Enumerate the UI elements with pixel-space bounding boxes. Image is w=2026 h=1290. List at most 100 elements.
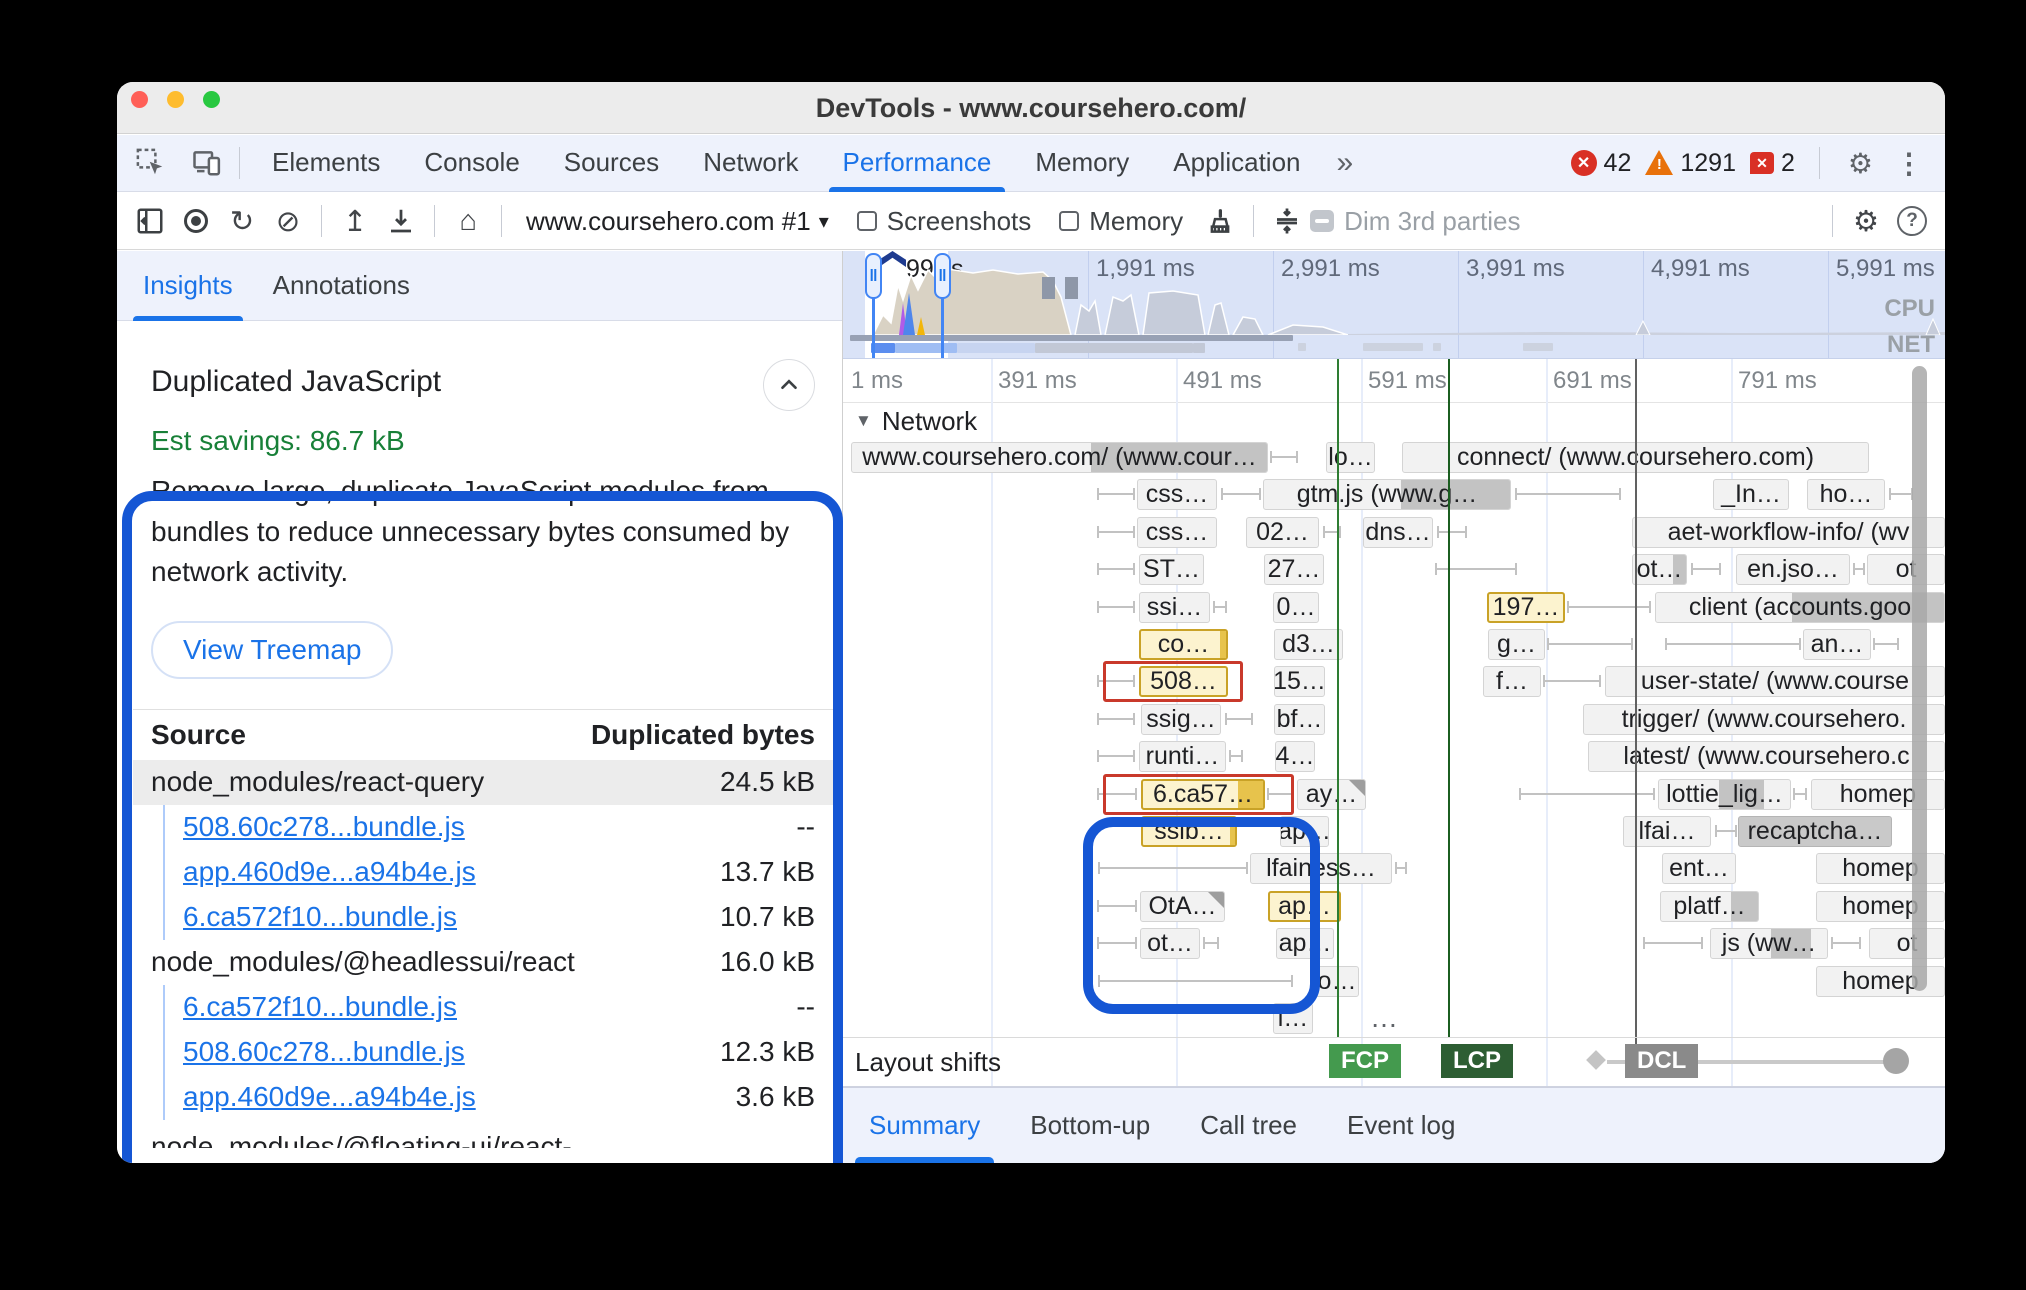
vertical-scrollbar[interactable] — [1912, 366, 1927, 991]
network-request-bar[interactable]: ho… — [1807, 479, 1885, 510]
network-request-bar[interactable]: css… — [1137, 479, 1217, 510]
network-request-bar[interactable]: 27… — [1264, 554, 1324, 585]
network-request-bar[interactable]: an… — [1803, 629, 1871, 660]
tab-performance[interactable]: Performance — [821, 135, 1014, 192]
network-request-bar[interactable]: lfainess… — [1250, 853, 1392, 884]
network-request-bar[interactable]: en.jso… — [1736, 554, 1850, 585]
table-row[interactable]: node_modules/react-query24.5 kB — [133, 760, 833, 805]
network-request-bar[interactable]: 197… — [1487, 592, 1565, 623]
network-request-bar[interactable]: ssib… — [1141, 816, 1237, 847]
network-request-bar[interactable]: ST… — [1139, 554, 1204, 585]
screenshots-checkbox[interactable]: Screenshots — [857, 206, 1032, 237]
tab-application[interactable]: Application — [1151, 135, 1322, 192]
network-track-header[interactable]: ▼ Network — [843, 403, 1945, 439]
network-request-bar[interactable]: ot — [1867, 554, 1945, 585]
sidebar-tab-annotations[interactable]: Annotations — [257, 251, 426, 321]
network-request-bar[interactable]: co… — [1139, 629, 1228, 660]
network-request-bar[interactable]: d3… — [1274, 629, 1343, 660]
network-request-bar[interactable]: 15… — [1274, 666, 1325, 697]
bundle-link[interactable]: app.460d9e...a94b4e.js — [183, 1081, 476, 1112]
network-request-bar[interactable]: ay… — [1297, 779, 1366, 810]
network-request-bar[interactable]: latest/ (www.coursehero.c — [1588, 741, 1945, 772]
clear-icon[interactable]: ⊘ — [265, 198, 311, 244]
table-row[interactable]: 6.ca572f10...bundle.js-- — [133, 985, 833, 1030]
load-profile-icon[interactable]: ↥ — [332, 198, 378, 244]
selection-right-handle[interactable]: ‖ — [934, 253, 951, 299]
network-request-bar[interactable]: 0… — [1273, 592, 1319, 623]
network-request-bar[interactable]: ap… — [1276, 928, 1334, 959]
network-request-bar[interactable]: 4… — [1275, 741, 1315, 772]
sidebar-tab-insights[interactable]: Insights — [127, 251, 249, 321]
network-request-bar[interactable]: css… — [1137, 517, 1217, 548]
network-request-bar[interactable]: trigger/ (www.coursehero. — [1583, 704, 1945, 735]
network-request-bar[interactable]: ap… — [1280, 816, 1329, 847]
table-row[interactable]: node_modules/@floating-ui/react-dom-inte… — [133, 1120, 833, 1148]
profile-select[interactable]: www.coursehero.com #1▾ — [526, 206, 829, 237]
table-row[interactable]: 6.ca572f10...bundle.js10.7 kB — [133, 895, 833, 940]
network-request-bar[interactable]: lo… — [1326, 442, 1375, 473]
network-request-bar[interactable]: gtm.js (www.g… — [1263, 479, 1511, 510]
network-request-bar[interactable]: g… — [1488, 629, 1545, 660]
view-treemap-button[interactable]: View Treemap — [151, 621, 393, 679]
selection-left-handle[interactable]: ‖ — [865, 253, 882, 299]
table-row[interactable]: app.460d9e...a94b4e.js3.6 kB — [133, 1075, 833, 1120]
network-request-bar[interactable]: ot — [1869, 928, 1945, 959]
home-icon[interactable]: ⌂ — [445, 198, 491, 244]
bundle-link[interactable]: 508.60c278...bundle.js — [183, 811, 465, 842]
network-request-bar[interactable]: runti… — [1139, 741, 1226, 772]
bottom-tab-event-log[interactable]: Event log — [1327, 1088, 1475, 1163]
tab-elements[interactable]: Elements — [250, 135, 402, 192]
issues-count[interactable]: ✕ 2 — [1750, 149, 1795, 178]
network-request-bar[interactable]: client (accounts.goo — [1655, 592, 1945, 623]
bottom-tab-bottom-up[interactable]: Bottom-up — [1010, 1088, 1170, 1163]
tab-sources[interactable]: Sources — [542, 135, 681, 192]
network-request-bar[interactable]: aet-workflow-info/ (wv — [1632, 517, 1945, 548]
network-request-bar[interactable]: dns… — [1363, 517, 1433, 548]
dim-3rd-parties-toggle[interactable]: Dim 3rd parties — [1310, 206, 1520, 237]
tab-memory[interactable]: Memory — [1013, 135, 1151, 192]
network-request-bar[interactable]: lottie_lig… — [1658, 779, 1791, 810]
device-toolbar-icon[interactable] — [185, 141, 229, 185]
record-icon[interactable] — [173, 198, 219, 244]
console-errors-count[interactable]: ✕ 42 — [1571, 149, 1632, 178]
network-request-bar[interactable]: platf… — [1660, 891, 1759, 922]
table-row[interactable]: 508.60c278...bundle.js-- — [133, 805, 833, 850]
console-warnings-count[interactable]: 1291 — [1645, 149, 1736, 178]
tab-network[interactable]: Network — [681, 135, 820, 192]
more-tabs-icon[interactable]: » — [1323, 146, 1368, 180]
network-request-bar[interactable]: f… — [1483, 666, 1541, 697]
network-request-bar[interactable]: 02… — [1246, 517, 1319, 548]
panel-settings-gear-icon[interactable]: ⚙ — [1843, 198, 1889, 244]
network-request-bar[interactable]: ent… — [1662, 853, 1736, 884]
network-request-bar[interactable]: ot… — [1140, 928, 1200, 959]
dcl-badge[interactable]: DCL — [1625, 1044, 1698, 1078]
tab-console[interactable]: Console — [402, 135, 541, 192]
bundle-link[interactable]: 6.ca572f10...bundle.js — [183, 901, 457, 932]
table-row[interactable]: 508.60c278...bundle.js12.3 kB — [133, 1030, 833, 1075]
bundle-link[interactable]: 508.60c278...bundle.js — [183, 1036, 465, 1067]
network-request-bar[interactable]: www.coursehero.com/ (www.cour… — [851, 442, 1268, 473]
network-request-bar[interactable]: recaptcha… — [1738, 816, 1892, 847]
network-request-bar[interactable]: ssi… — [1139, 592, 1210, 623]
network-request-bar[interactable]: ap… — [1268, 891, 1341, 922]
network-request-bar[interactable]: ot… — [1632, 554, 1687, 585]
network-request-bar[interactable]: ssig… — [1141, 704, 1221, 735]
table-row[interactable]: app.460d9e...a94b4e.js13.7 kB — [133, 850, 833, 895]
network-request-bar[interactable]: _In… — [1713, 479, 1789, 510]
toggle-sidebar-icon[interactable] — [127, 198, 173, 244]
bundle-link[interactable]: app.460d9e...a94b4e.js — [183, 856, 476, 887]
lcp-badge[interactable]: LCP — [1441, 1044, 1513, 1078]
network-request-bar[interactable]: js (ww… — [1710, 928, 1828, 959]
kebab-menu-icon[interactable]: ⋮ — [1891, 147, 1927, 180]
inspect-element-icon[interactable] — [129, 141, 173, 185]
network-request-bar[interactable]: user-state/ (www.course — [1605, 666, 1945, 697]
memory-checkbox[interactable]: Memory — [1059, 206, 1183, 237]
fcp-badge[interactable]: FCP — [1329, 1044, 1401, 1078]
garbage-collect-icon[interactable] — [1197, 198, 1243, 244]
network-request-bar[interactable]: bf… — [1274, 704, 1325, 735]
table-row[interactable]: node_modules/@headlessui/react16.0 kB — [133, 940, 833, 985]
bundle-link[interactable]: 6.ca572f10...bundle.js — [183, 991, 457, 1022]
timeline-overview[interactable]: 991 s 1,991 ms2,991 ms3,991 ms4,991 ms5,… — [843, 251, 1945, 359]
settings-gear-icon[interactable]: ⚙ — [1844, 147, 1877, 180]
save-profile-icon[interactable] — [378, 198, 424, 244]
